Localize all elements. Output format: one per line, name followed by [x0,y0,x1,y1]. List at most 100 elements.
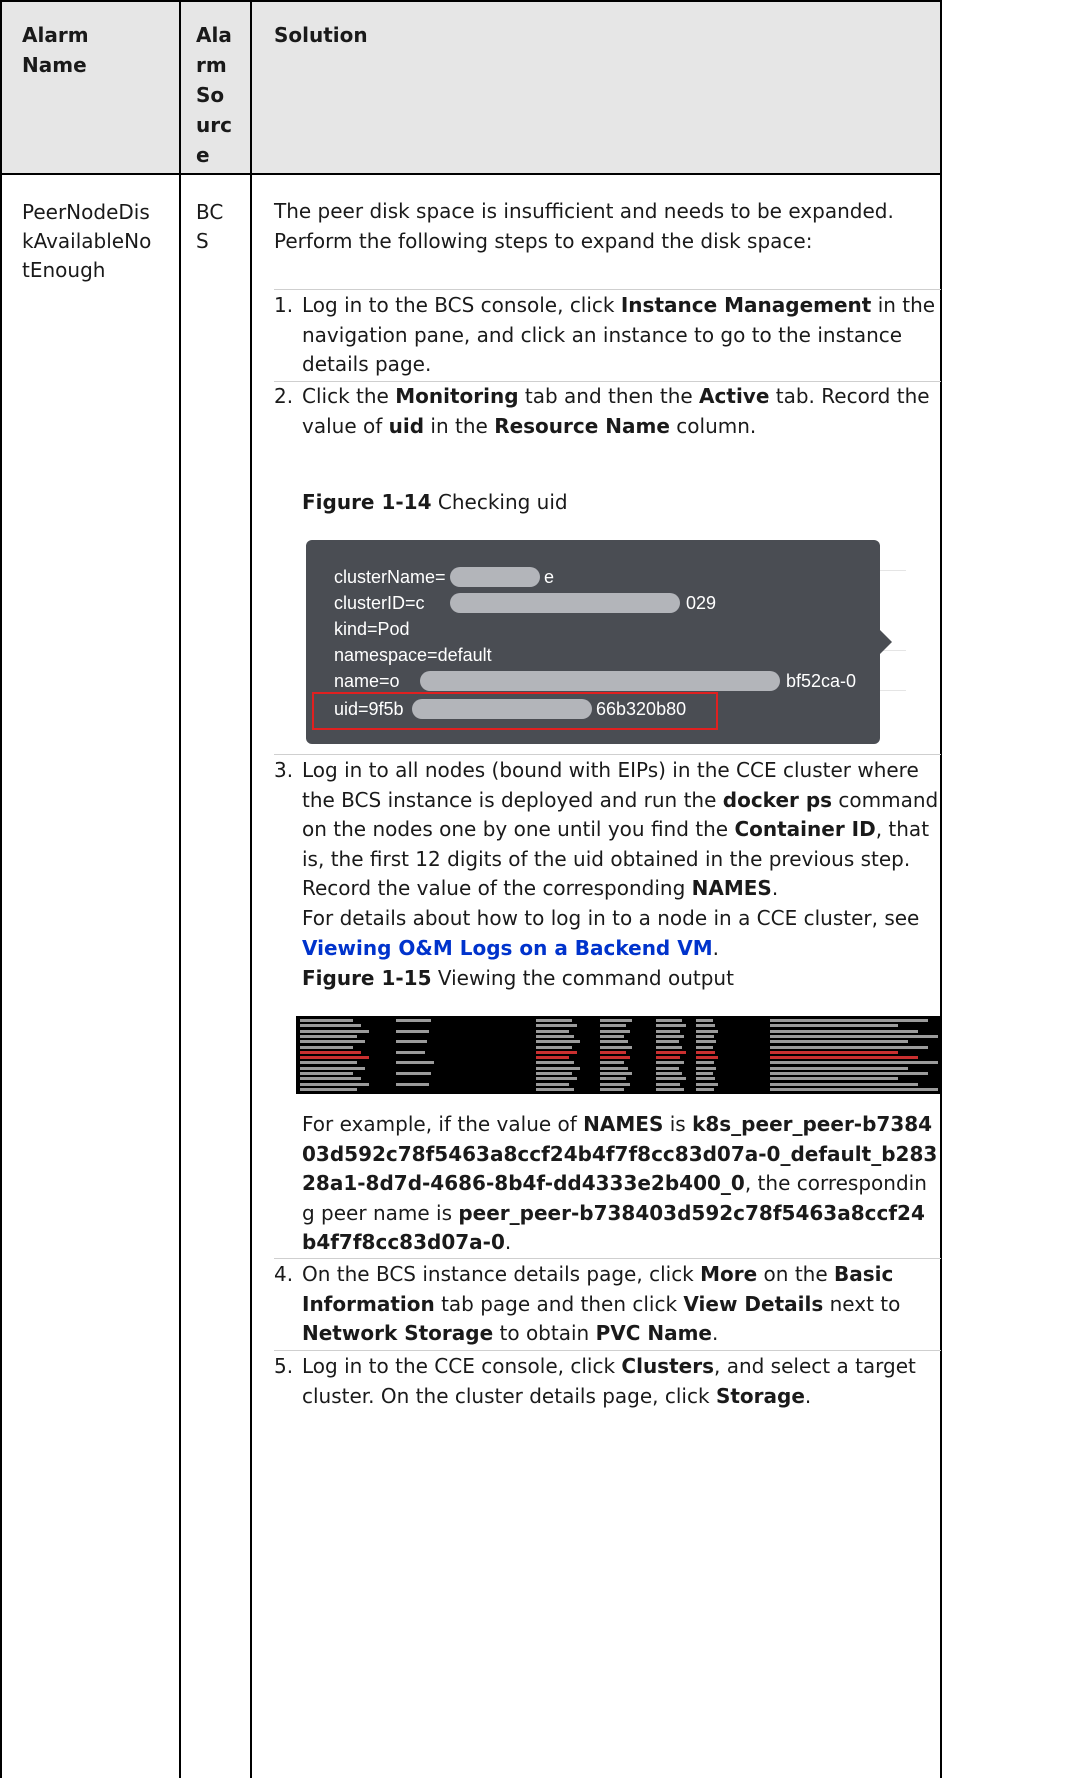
ui-term: NAMES [583,1112,664,1136]
terminal-text-segment [300,1045,353,1049]
text-run: . [771,876,779,901]
ui-term: Instance Management [620,293,872,317]
terminal-line [296,1060,940,1065]
terminal-text-segment [536,1087,575,1091]
terminal-text-segment [656,1087,684,1091]
terminal-text-segment [600,1087,624,1091]
text-run: to obtain [493,1321,596,1346]
terminal-text-segment [536,1077,577,1081]
terminal-text-segment [300,1050,361,1054]
step-4: 4. On the BCS instance details page, cli… [274,1260,939,1349]
text-run: is [663,1112,693,1136]
step-text: Click the Monitoring tab and then the Ac… [302,382,939,441]
header-alarm-source-line: So [196,83,225,107]
header-alarm-source-line: rm [196,53,227,77]
text-run: . [712,1321,719,1346]
terminal-line [296,1039,940,1044]
step-1: 1. Log in to the BCS console, click Inst… [274,291,939,380]
terminal-text-segment [696,1029,718,1033]
terminal-text-segment [656,1040,679,1044]
kv-name: name=o [334,671,400,691]
text-run: Log in to the CCE console, click [302,1354,622,1378]
terminal-text-segment [770,1072,929,1075]
terminal-line [296,1087,940,1092]
terminal-text-segment [656,1034,684,1038]
terminal-line [296,1071,940,1076]
terminal-text-segment [300,1082,370,1086]
step-number: 3. [274,758,294,782]
terminal-text-segment [600,1019,632,1022]
terminal-text-segment [600,1061,624,1065]
terminal-text-segment [600,1082,630,1086]
terminal-text-segment [770,1056,918,1060]
table-header-row [0,0,941,174]
terminal-text-segment [536,1019,572,1022]
step-2: 2. Click the Monitoring tab and then the… [274,382,939,441]
example-text: For example, if the value of NAMES is k8… [302,1110,939,1258]
header-alarm-name-line: Name [22,53,87,77]
example-paragraph: For example, if the value of NAMES is k8… [274,1110,939,1258]
step-number: 5. [274,1354,294,1378]
ui-term: PVC Name [595,1321,712,1346]
terminal-text-segment [396,1019,432,1022]
terminal-text-segment [536,1082,569,1086]
text-run: Click the [302,384,396,408]
terminal-text-segment [696,1056,718,1060]
terminal-text-segment [600,1066,628,1070]
backend-vm-logs-link[interactable]: Viewing O&M Logs on a Backend VM [302,936,713,960]
figure-caption-text: Viewing the command output [431,966,734,990]
ui-term: Clusters [621,1354,714,1378]
solution-intro: The peer disk space is insufficient and … [274,199,894,253]
figure-14-caption: Figure 1-14 Checking uid [302,488,568,517]
header-alarm-source-line: e [196,143,210,167]
terminal-text-segment [300,1087,357,1091]
text-run: next to [823,1291,901,1316]
step-number: 4. [274,1262,294,1286]
step-text: Log in to the BCS console, click Instanc… [302,291,939,380]
step-text: On the BCS instance details page, click … [302,1260,939,1349]
step-separator [274,754,941,755]
terminal-text-segment [600,1077,626,1081]
alarm-source-cell: BC S [196,198,223,256]
header-solution: Solution [274,20,368,50]
terminal-text-segment [696,1066,717,1070]
terminal-text-segment [536,1034,575,1038]
document-page: Alarm Name Ala rm So urc e Solution Peer… [0,0,1067,1778]
terminal-text-segment [656,1019,683,1022]
alarm-source-line: S [196,229,209,253]
figure-15-caption: Figure 1-15 Viewing the command output [302,964,734,993]
terminal-text-segment [600,1040,628,1044]
terminal-text-segment [656,1061,684,1065]
terminal-line [296,1034,940,1039]
alarm-name-line: PeerNodeDis [22,200,150,224]
terminal-text-segment [300,1040,366,1044]
terminal-text-segment [696,1082,718,1086]
text-run: For details about how to log in to a nod… [302,905,920,930]
ui-term: More [700,1262,758,1286]
terminal-text-segment [396,1040,427,1044]
terminal-text-segment [770,1082,918,1086]
terminal-text-segment [300,1061,357,1065]
terminal-text-segment [396,1050,425,1054]
kv-cluster-id: clusterID=c [334,593,425,613]
terminal-text-segment [770,1045,929,1049]
terminal-text-segment [300,1034,357,1038]
text-run: . [804,1383,812,1408]
figure-label: Figure 1-15 [302,966,432,990]
terminal-text-segment [696,1045,713,1049]
uid-highlight-box [312,692,718,730]
step-text: Log in to all nodes (bound with EIPs) in… [302,756,939,963]
terminal-text-segment [696,1061,714,1065]
table-col-divider-2 [250,0,252,1778]
terminal-text-segment [696,1024,716,1028]
terminal-text-segment [536,1045,572,1049]
ui-term: Network Storage [302,1321,494,1346]
terminal-line [296,1029,940,1034]
terminal-text-segment [770,1040,908,1044]
text-run: Log in to the BCS console, click [302,293,621,317]
terminal-line [296,1023,940,1028]
terminal-text-segment [300,1019,353,1022]
step-number: 1. [274,293,294,317]
kv-namespace: namespace=default [334,645,492,665]
ui-term: Active [699,384,770,408]
